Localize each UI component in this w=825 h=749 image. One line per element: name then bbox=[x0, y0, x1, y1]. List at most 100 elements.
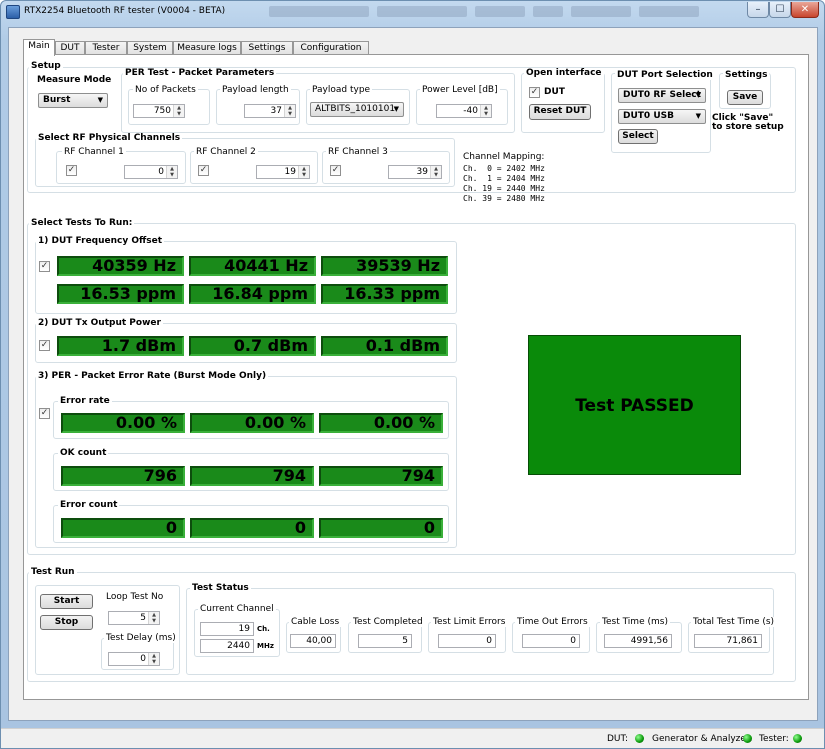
freq-offset-checkbox[interactable]: ✓ bbox=[39, 261, 50, 272]
payload-length-label: Payload length bbox=[220, 85, 291, 95]
error-rate-ch2: 0.00 % bbox=[190, 413, 314, 433]
test-result-panel: Test PASSED bbox=[528, 335, 741, 475]
tab-dut[interactable]: DUT bbox=[55, 41, 85, 55]
channel-mapping-line: Ch. 39 = 2480 MHz bbox=[463, 194, 545, 203]
cable-loss-value: 40,00 bbox=[290, 634, 336, 648]
tab-configuration[interactable]: Configuration bbox=[293, 41, 369, 55]
channel-unit-mhz: MHz bbox=[257, 642, 274, 650]
rf-channel-1-label: RF Channel 1 bbox=[62, 147, 126, 157]
tab-settings[interactable]: Settings bbox=[241, 41, 293, 55]
payload-type-select[interactable]: ALTBITS_1010101 ▼ bbox=[310, 102, 404, 117]
power-level-label: Power Level [dB] bbox=[420, 85, 500, 95]
test-time-value: 4991,56 bbox=[604, 634, 672, 648]
test-delay-stepper[interactable]: 0 ▲ ▼ bbox=[108, 652, 160, 666]
tx-power-checkbox[interactable]: ✓ bbox=[39, 340, 50, 351]
tx-power-ch2: 0.7 dBm bbox=[189, 336, 316, 356]
open-interface-group bbox=[521, 73, 605, 133]
error-rate-ch1: 0.00 % bbox=[61, 413, 185, 433]
test-completed-value: 5 bbox=[358, 634, 412, 648]
tester-status-label: Tester: bbox=[759, 734, 789, 744]
tests-label: Select Tests To Run: bbox=[29, 218, 135, 228]
rf-channel-3-checkbox[interactable]: ✓ bbox=[330, 165, 341, 176]
spin-arrows-icon[interactable]: ▲ ▼ bbox=[284, 105, 295, 117]
spin-arrows-icon[interactable]: ▲ ▼ bbox=[148, 653, 159, 665]
tab-measure-logs[interactable]: Measure logs bbox=[173, 41, 241, 55]
loop-test-stepper[interactable]: 5 ▲ ▼ bbox=[108, 611, 160, 625]
rf-channel-2-stepper[interactable]: 19 ▲ ▼ bbox=[256, 165, 310, 179]
freq-offset-ppm-ch2: 16.84 ppm bbox=[189, 284, 316, 304]
app-window: RTX2254 Bluetooth RF tester (V0004 - BET… bbox=[0, 0, 825, 749]
payload-length-stepper[interactable]: 37 ▲ ▼ bbox=[244, 104, 296, 118]
timeout-errors-label: Time Out Errors bbox=[515, 617, 590, 627]
save-button[interactable]: Save bbox=[727, 90, 763, 105]
spin-arrows-icon[interactable]: ▲ ▼ bbox=[430, 166, 441, 178]
test-run-label: Test Run bbox=[29, 567, 77, 577]
no-packets-stepper[interactable]: 750 ▲ ▼ bbox=[133, 104, 185, 118]
loop-test-label: Loop Test No bbox=[104, 592, 166, 602]
channel-unit-ch: Ch. bbox=[257, 625, 270, 633]
channel-mapping-line: Ch. 1 = 2404 MHz bbox=[463, 174, 545, 183]
maximize-button[interactable]: ☐ bbox=[769, 2, 791, 18]
ok-count-ch1: 796 bbox=[61, 466, 185, 486]
freq-offset-ppm-ch1: 16.53 ppm bbox=[57, 284, 184, 304]
rf-channel-1-stepper[interactable]: 0 ▲ ▼ bbox=[124, 165, 178, 179]
spin-arrows-icon[interactable]: ▲ ▼ bbox=[148, 612, 159, 624]
channel-mapping-list: Ch. 0 = 2402 MHz Ch. 1 = 2404 MHz Ch. 19 =… bbox=[463, 164, 545, 204]
ok-count-label: OK count bbox=[58, 448, 109, 458]
current-channel-mhz: 2440 bbox=[200, 639, 254, 653]
tx-power-ch1: 1.7 dBm bbox=[57, 336, 184, 356]
close-button[interactable]: ✕ bbox=[791, 2, 819, 18]
title-bar[interactable]: RTX2254 Bluetooth RF tester (V0004 - BET… bbox=[1, 1, 824, 23]
background-window-ghost bbox=[533, 6, 563, 17]
ok-count-ch2: 794 bbox=[190, 466, 314, 486]
chevron-down-icon: ▼ bbox=[695, 91, 701, 99]
spin-arrows-icon[interactable]: ▲ ▼ bbox=[166, 166, 177, 178]
dut-interface-checkbox[interactable]: ✓ bbox=[529, 87, 540, 98]
per-test-label: 3) PER - Packet Error Rate (Burst Mode O… bbox=[36, 371, 269, 381]
measure-mode-label: Measure Mode bbox=[35, 75, 114, 85]
test-completed-label: Test Completed bbox=[351, 617, 425, 627]
tx-power-label: 2) DUT Tx Output Power bbox=[36, 318, 163, 328]
no-packets-label: No of Packets bbox=[133, 85, 198, 95]
generator-status-led-icon bbox=[743, 734, 752, 743]
error-count-ch3: 0 bbox=[319, 518, 443, 538]
limit-errors-label: Test Limit Errors bbox=[431, 617, 508, 627]
rf-channel-1-checkbox[interactable]: ✓ bbox=[66, 165, 77, 176]
dut-rf-select[interactable]: DUT0 RF Select ▼ bbox=[618, 88, 706, 103]
power-level-stepper[interactable]: -40 ▲ ▼ bbox=[436, 104, 492, 118]
tab-tester[interactable]: Tester bbox=[85, 41, 127, 55]
no-packets-value: 750 bbox=[153, 106, 171, 116]
freq-offset-hz-ch1: 40359 Hz bbox=[57, 256, 184, 276]
error-rate-ch3: 0.00 % bbox=[319, 413, 443, 433]
spin-arrows-icon[interactable]: ▲ ▼ bbox=[480, 105, 491, 117]
minimize-button[interactable]: – bbox=[747, 2, 769, 18]
background-window-ghost bbox=[377, 6, 467, 17]
measure-mode-select[interactable]: Burst ▼ bbox=[38, 93, 108, 108]
stop-button[interactable]: Stop bbox=[40, 615, 93, 630]
spin-arrows-icon[interactable]: ▲ ▼ bbox=[173, 105, 184, 117]
spin-arrows-icon[interactable]: ▲ ▼ bbox=[298, 166, 309, 178]
rf-channel-3-stepper[interactable]: 39 ▲ ▼ bbox=[388, 165, 442, 179]
generator-status-label: Generator & Analyzer: bbox=[652, 734, 753, 744]
per-test-checkbox[interactable]: ✓ bbox=[39, 408, 50, 419]
timeout-errors-value: 0 bbox=[522, 634, 580, 648]
dut-interface-label: DUT bbox=[542, 87, 567, 97]
tester-status-led-icon bbox=[793, 734, 802, 743]
power-level-value: -40 bbox=[463, 106, 478, 116]
error-rate-label: Error rate bbox=[58, 396, 112, 406]
start-button[interactable]: Start bbox=[40, 594, 93, 609]
app-icon bbox=[6, 5, 20, 19]
select-port-button[interactable]: Select bbox=[618, 129, 658, 144]
chevron-down-icon: ▼ bbox=[695, 112, 701, 120]
chevron-down-icon: ▼ bbox=[393, 105, 399, 113]
dut-usb-select[interactable]: DUT0 USB ▼ bbox=[618, 109, 706, 124]
channel-mapping-line: Ch. 0 = 2402 MHz bbox=[463, 164, 545, 173]
rf-channel-2-checkbox[interactable]: ✓ bbox=[198, 165, 209, 176]
payload-type-label: Payload type bbox=[310, 85, 373, 95]
test-status-label: Test Status bbox=[190, 583, 251, 593]
tab-system[interactable]: System bbox=[127, 41, 173, 55]
reset-dut-button[interactable]: Reset DUT bbox=[529, 104, 591, 120]
chevron-down-icon: ▼ bbox=[97, 96, 103, 104]
tab-main[interactable]: Main bbox=[23, 39, 55, 56]
test-time-label: Test Time (ms) bbox=[600, 617, 670, 627]
